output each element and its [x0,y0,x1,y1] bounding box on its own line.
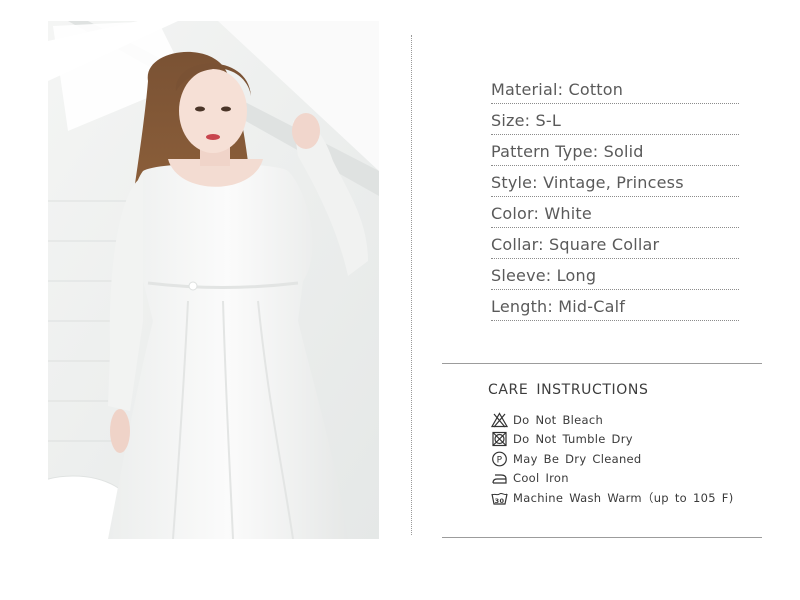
do-not-tumble-dry-icon [490,431,508,447]
care-item-cool-iron: Cool Iron [490,469,733,489]
spec-list: Material: Cotton Size: S-L Pattern Type:… [491,73,739,321]
spec-row-sleeve: Sleeve: Long [491,259,739,290]
spec-row-color: Color: White [491,197,739,228]
spec-row-material: Material: Cotton [491,73,739,104]
iron-icon [490,470,508,486]
care-divider-bottom [442,537,762,538]
spec-row-size: Size: S-L [491,104,739,135]
spec-row-collar: Collar: Square Collar [491,228,739,259]
vertical-divider [411,35,412,535]
spec-row-style: Style: Vintage, Princess [491,166,739,197]
care-item-label: Machine Wash Warm（up to 105 F) [513,490,734,505]
wash-30-icon: 30 [490,490,508,506]
care-item-label: May Be Dry Cleaned [513,451,642,466]
care-item-do-not-bleach: Do Not Bleach [490,410,733,430]
care-item-label: Do Not Bleach [513,412,604,427]
product-photo [48,21,379,539]
care-instructions-title: CARE INSTRUCTIONS [488,382,649,398]
do-not-bleach-icon [490,412,508,428]
care-item-do-not-tumble-dry: Do Not Tumble Dry [490,430,733,450]
svg-text:P: P [496,455,502,465]
care-item-machine-wash: 30 Machine Wash Warm（up to 105 F) [490,488,733,508]
care-list: Do Not Bleach Do Not Tumble Dry P May Be… [490,410,733,508]
care-item-label: Cool Iron [513,471,569,486]
svg-text:30: 30 [494,497,504,505]
care-item-dry-clean: P May Be Dry Cleaned [490,449,733,469]
dry-clean-p-icon: P [490,451,508,467]
spec-row-length: Length: Mid-Calf [491,290,739,321]
care-divider-top [442,363,762,364]
care-item-label: Do Not Tumble Dry [513,432,633,447]
spec-row-pattern-type: Pattern Type: Solid [491,135,739,166]
